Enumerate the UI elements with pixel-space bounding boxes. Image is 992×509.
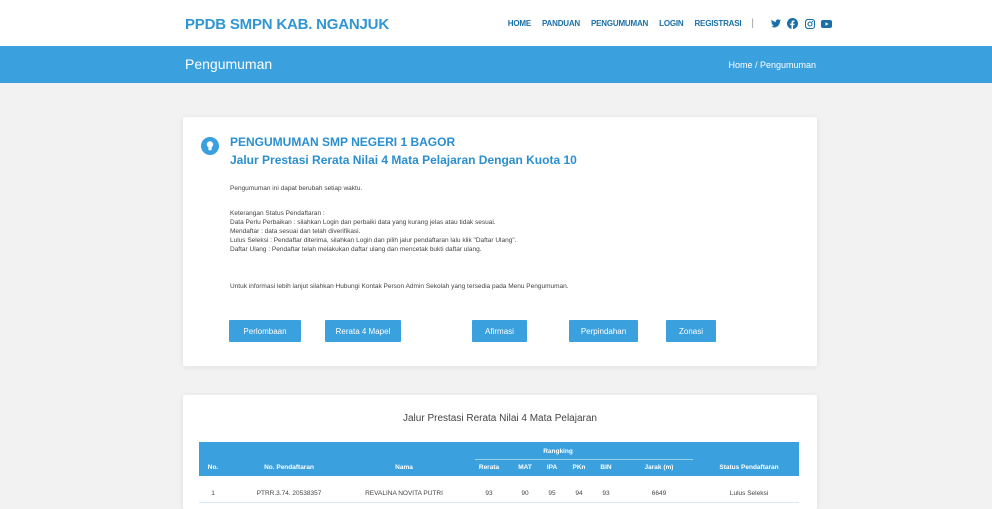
perlombaan-button[interactable]: Perlombaan (229, 320, 301, 342)
afirmasi-button[interactable]: Afirmasi (472, 320, 527, 342)
perpindahan-button[interactable]: Perpindahan (569, 320, 638, 342)
col-pkn: PKn (572, 464, 586, 471)
notice-text: Pengumuman ini dapat berubah setiap wakt… (230, 185, 363, 192)
announcement-subtitle: Jalur Prestasi Rerata Nilai 4 Mata Pelaj… (230, 153, 577, 167)
rangking-group-header: Rangking (543, 448, 573, 455)
top-navbar: PPDB SMPN KAB. NGANJUK HOME PANDUAN PENG… (0, 0, 992, 46)
cell-nama: REVALINA NOVITA PUTRI (365, 490, 443, 497)
cell-bin: 93 (602, 490, 610, 497)
col-no: No. (207, 464, 219, 471)
table-row: 1 PTRR.3.74. 20538357 REVALINA NOVITA PU… (199, 486, 799, 503)
results-title: Jalur Prestasi Rerata Nilai 4 Mata Pelaj… (403, 413, 597, 424)
page-banner: Pengumuman Home / Pengumuman (0, 46, 992, 83)
cell-mat: 90 (521, 490, 529, 497)
instagram-icon[interactable] (804, 18, 815, 29)
col-ipa: IPA (546, 464, 558, 471)
status-line-perbaikan: Data Perlu Perbaikan : silahkan Login da… (230, 219, 496, 226)
cell-ipa: 95 (548, 490, 556, 497)
site-brand[interactable]: PPDB SMPN KAB. NGANJUK (185, 16, 389, 33)
status-heading: Keterangan Status Pendaftaran : (230, 210, 325, 217)
nav-registrasi[interactable]: REGISTRASI (694, 19, 741, 28)
rangking-divider (475, 459, 693, 460)
results-card: Jalur Prestasi Rerata Nilai 4 Mata Pelaj… (183, 395, 817, 509)
rerata-4-mapel-button[interactable]: Rerata 4 Mapel (325, 320, 401, 342)
page-title: Pengumuman (185, 56, 273, 72)
cell-status: Lulus Seleksi (729, 490, 769, 497)
status-line-mendaftar: Mendaftar : data sesuai dan telah diveri… (230, 228, 361, 235)
col-bin: BIN (600, 464, 612, 471)
twitter-icon[interactable] (770, 18, 781, 29)
social-links (764, 18, 832, 29)
main-nav: HOME PANDUAN PENGUMUMAN LOGIN REGISTRASI… (497, 18, 832, 29)
announcement-title: PENGUMUMAN SMP NEGERI 1 BAGOR (230, 135, 456, 149)
col-no-pendaftaran: No. Pendaftaran (264, 464, 314, 471)
zonasi-button[interactable]: Zonasi (666, 320, 716, 342)
status-line-lulus: Lulus Seleksi : Pendaftar diterima, sila… (230, 237, 517, 244)
cell-no-pendaftaran: PTRR.3.74. 20538357 (256, 490, 322, 497)
contact-info: Untuk informasi lebih lanjut silahkan Hu… (230, 283, 569, 290)
cell-rerata: 93 (485, 490, 493, 497)
cell-no: 1 (211, 490, 215, 497)
breadcrumb[interactable]: Home / Pengumuman (728, 60, 816, 70)
col-mat: MAT (518, 464, 532, 471)
announcement-card: PENGUMUMAN SMP NEGERI 1 BAGOR Jalur Pres… (183, 117, 817, 366)
col-status: Status Pendaftaran (719, 464, 779, 471)
lightbulb-icon (201, 137, 219, 155)
status-legend: Keterangan Status Pendaftaran : Data Per… (230, 209, 516, 254)
nav-pengumuman[interactable]: PENGUMUMAN (591, 19, 648, 28)
youtube-icon[interactable] (821, 18, 832, 29)
col-nama: Nama (395, 464, 413, 471)
nav-panduan[interactable]: PANDUAN (542, 19, 580, 28)
col-jarak: Jarak (m) (644, 464, 674, 471)
cell-jarak: 6649 (651, 490, 667, 497)
table-header: Rangking No. No. Pendaftaran Nama Rerata… (199, 442, 799, 476)
nav-home[interactable]: HOME (508, 19, 531, 28)
facebook-icon[interactable] (787, 18, 798, 29)
nav-login[interactable]: LOGIN (659, 19, 684, 28)
status-line-daftar-ulang: Daftar Ulang : Pendaftar telah melakukan… (230, 246, 482, 253)
nav-separator: | (751, 18, 754, 29)
col-rerata: Rerata (478, 464, 500, 471)
cell-pkn: 94 (575, 490, 583, 497)
